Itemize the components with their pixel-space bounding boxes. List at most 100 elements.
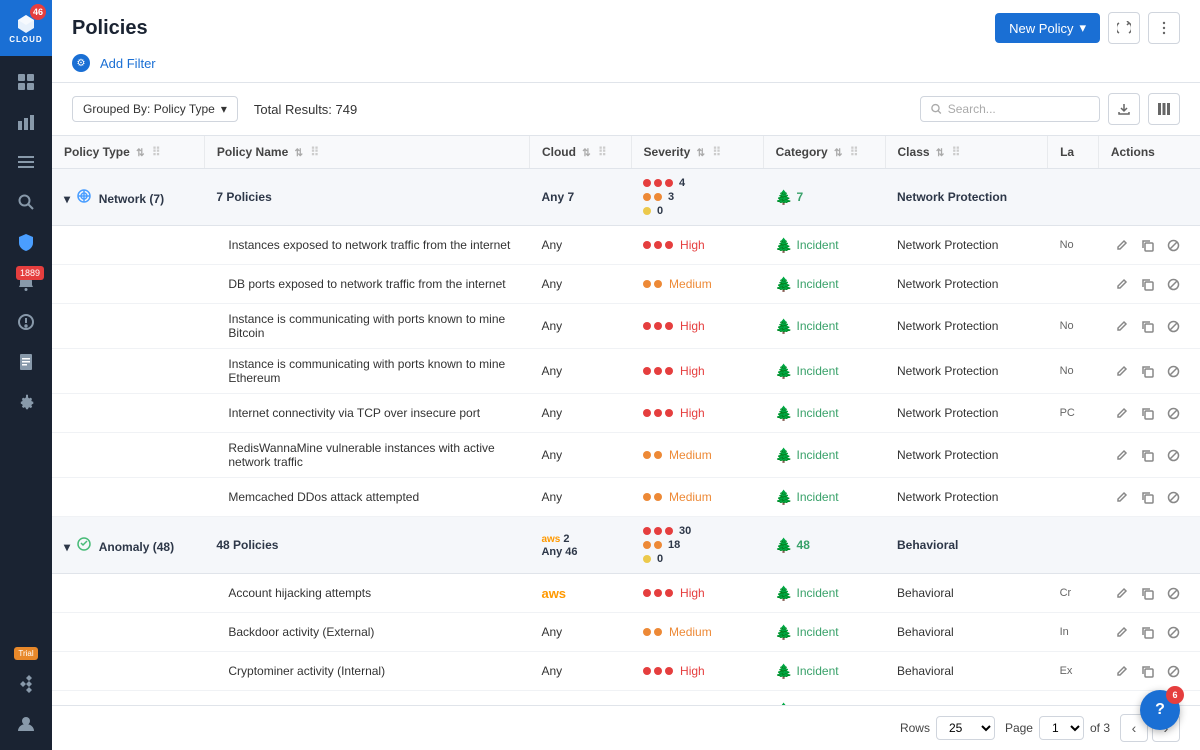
sidebar-item-settings[interactable] — [6, 384, 46, 420]
sidebar-item-inventory[interactable] — [6, 144, 46, 180]
help-button[interactable]: ? 6 — [1140, 690, 1180, 730]
resize-class[interactable]: ⠿ — [952, 145, 961, 159]
export-button[interactable] — [1108, 93, 1140, 125]
group-class: Network Protection — [885, 169, 1048, 226]
page-header-top: Policies New Policy ▾ — [72, 12, 1180, 44]
sort-class[interactable]: ⇅ — [936, 148, 944, 159]
sort-category[interactable]: ⇅ — [834, 148, 842, 159]
row-type — [52, 265, 204, 304]
refresh-button[interactable] — [1108, 12, 1140, 44]
toolbar-right — [920, 93, 1180, 125]
col-policy-type[interactable]: Policy Type ⇅ ⠿ — [52, 136, 204, 169]
edit-button[interactable] — [1110, 621, 1132, 643]
search-box[interactable] — [920, 96, 1100, 122]
sidebar-item-integrations[interactable] — [6, 666, 46, 702]
disable-button[interactable] — [1162, 273, 1184, 295]
resize-policy-name[interactable]: ⠿ — [310, 145, 319, 159]
row-severity: High — [631, 574, 763, 613]
row-actions — [1098, 349, 1200, 394]
sort-policy-name[interactable]: ⇅ — [295, 148, 303, 159]
copy-button[interactable] — [1136, 360, 1158, 382]
copy-button[interactable] — [1136, 444, 1158, 466]
edit-button[interactable] — [1110, 486, 1132, 508]
copy-button[interactable] — [1136, 582, 1158, 604]
sidebar-bottom: Trial — [6, 639, 46, 750]
edit-button[interactable] — [1110, 660, 1132, 682]
row-cloud: Any — [529, 349, 631, 394]
sidebar-item-dashboard[interactable] — [6, 64, 46, 100]
row-type — [52, 394, 204, 433]
edit-button[interactable] — [1110, 360, 1132, 382]
search-input[interactable] — [948, 102, 1089, 116]
edit-button[interactable] — [1110, 582, 1132, 604]
col-class[interactable]: Class ⇅ ⠿ — [885, 136, 1048, 169]
col-severity[interactable]: Severity ⇅ ⠿ — [631, 136, 763, 169]
app-logo[interactable]: 46 CLOUD — [0, 0, 52, 56]
disable-button[interactable] — [1162, 444, 1184, 466]
col-policy-name[interactable]: Policy Name ⇅ ⠿ — [204, 136, 529, 169]
row-type — [52, 691, 204, 706]
row-type — [52, 478, 204, 517]
group-expand-icon[interactable]: ▾ — [64, 192, 70, 206]
disable-button[interactable] — [1162, 582, 1184, 604]
edit-button[interactable] — [1110, 234, 1132, 256]
col-category[interactable]: Category ⇅ ⠿ — [763, 136, 885, 169]
disable-button[interactable] — [1162, 621, 1184, 643]
edit-button[interactable] — [1110, 315, 1132, 337]
disable-button[interactable] — [1162, 234, 1184, 256]
columns-button[interactable] — [1148, 93, 1180, 125]
sidebar-item-alerts[interactable]: 1889 — [6, 264, 46, 300]
sort-severity[interactable]: ⇅ — [697, 148, 705, 159]
copy-button[interactable] — [1136, 621, 1158, 643]
resize-severity[interactable]: ⠿ — [712, 145, 721, 159]
sort-cloud[interactable]: ⇅ — [582, 148, 590, 159]
copy-button[interactable] — [1136, 402, 1158, 424]
row-severity: Medium — [631, 478, 763, 517]
row-actions — [1098, 613, 1200, 652]
col-cloud[interactable]: Cloud ⇅ ⠿ — [529, 136, 631, 169]
sidebar-item-security[interactable] — [6, 224, 46, 260]
copy-button[interactable] — [1136, 234, 1158, 256]
more-options-button[interactable] — [1148, 12, 1180, 44]
edit-button[interactable] — [1110, 444, 1132, 466]
table-row: RedisWannaMine vulnerable instances with… — [52, 433, 1200, 478]
sidebar-item-analytics[interactable] — [6, 104, 46, 140]
row-severity: High — [631, 226, 763, 265]
sidebar-item-reports[interactable] — [6, 344, 46, 380]
grouped-by-select[interactable]: Grouped By: Policy Type ▾ — [72, 96, 238, 122]
page-select[interactable]: 123 — [1039, 716, 1084, 740]
table-row: Cryptominer activity (Internal) Any High… — [52, 652, 1200, 691]
disable-button[interactable] — [1162, 315, 1184, 337]
sort-policy-type[interactable]: ⇅ — [136, 148, 144, 159]
sidebar-item-profile[interactable] — [6, 706, 46, 742]
disable-button[interactable] — [1162, 360, 1184, 382]
resize-category[interactable]: ⠿ — [850, 145, 859, 159]
sidebar: 46 CLOUD — [0, 0, 52, 750]
disable-button[interactable] — [1162, 486, 1184, 508]
resize-cloud[interactable]: ⠿ — [598, 145, 607, 159]
group-class: Behavioral — [885, 517, 1048, 574]
add-filter-button[interactable]: Add Filter — [100, 56, 156, 71]
copy-button[interactable] — [1136, 315, 1158, 337]
edit-button[interactable] — [1110, 402, 1132, 424]
add-filter-label: Add Filter — [100, 56, 156, 71]
new-policy-button[interactable]: New Policy ▾ — [995, 13, 1100, 43]
copy-button[interactable] — [1136, 660, 1158, 682]
edit-button[interactable] — [1110, 273, 1132, 295]
resize-policy-type[interactable]: ⠿ — [152, 145, 161, 159]
row-la: Cr — [1048, 574, 1099, 613]
rows-select[interactable]: 251050100 — [936, 716, 995, 740]
trial-badge: Trial — [14, 647, 37, 660]
group-expand-icon[interactable]: ▾ — [64, 540, 70, 554]
col-la[interactable]: La — [1048, 136, 1099, 169]
sidebar-item-search[interactable] — [6, 184, 46, 220]
group-type-cell[interactable]: ▾ Network (7) — [52, 169, 204, 226]
row-la: In — [1048, 691, 1099, 706]
table-row: Backdoor activity (External) Any Medium … — [52, 613, 1200, 652]
sidebar-item-notifications[interactable] — [6, 304, 46, 340]
disable-button[interactable] — [1162, 660, 1184, 682]
group-type-cell[interactable]: ▾ Anomaly (48) — [52, 517, 204, 574]
copy-button[interactable] — [1136, 486, 1158, 508]
copy-button[interactable] — [1136, 273, 1158, 295]
disable-button[interactable] — [1162, 402, 1184, 424]
